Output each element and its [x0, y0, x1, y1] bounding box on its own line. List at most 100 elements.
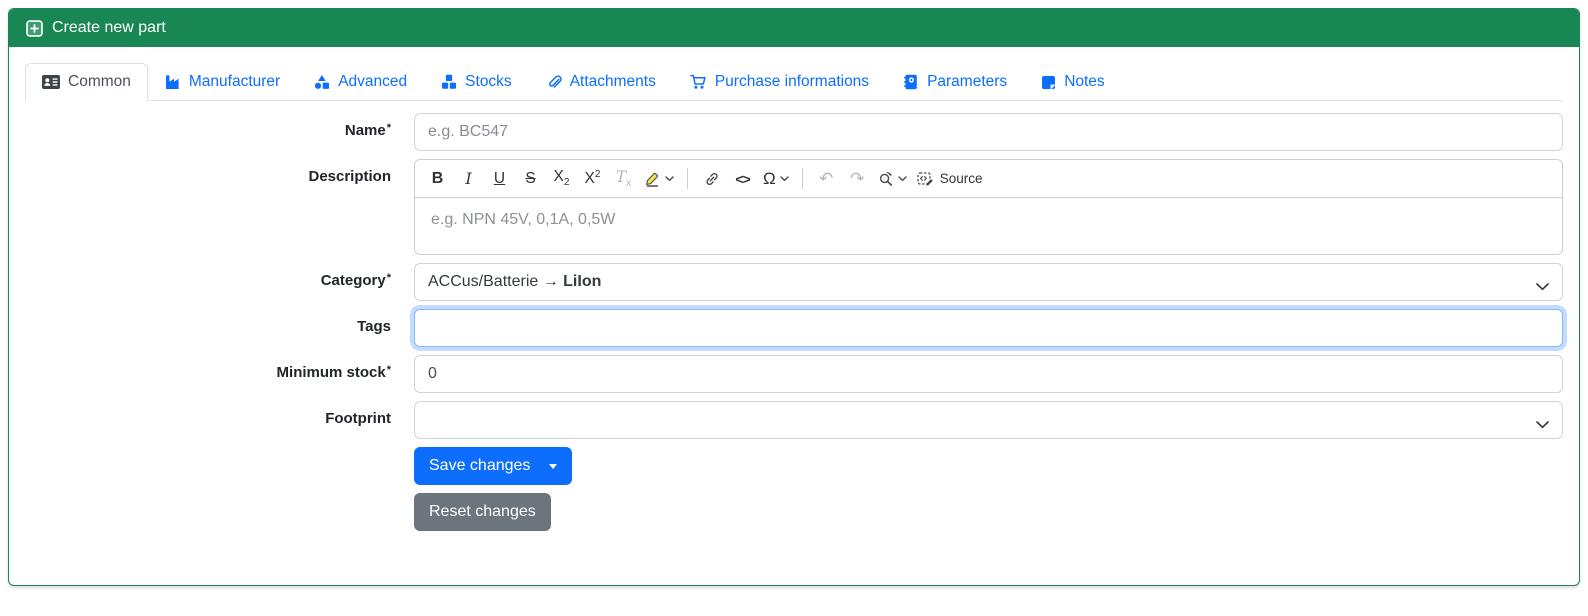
card-header: Create new part — [9, 9, 1579, 47]
factory-icon — [165, 74, 181, 90]
category-value: ACCus/Batterie → LiIon — [428, 273, 602, 290]
footprint-label: Footprint — [25, 401, 391, 427]
tab-notes[interactable]: Notes — [1024, 63, 1122, 101]
tab-label: Manufacturer — [188, 73, 281, 90]
tab-common[interactable]: Common — [25, 63, 148, 101]
tab-parameters[interactable]: Parameters — [886, 63, 1024, 101]
cart-icon — [690, 74, 707, 90]
footprint-select[interactable] — [414, 401, 1563, 439]
tab-label: Stocks — [465, 73, 512, 90]
minimum-stock-row: Minimum stock* — [25, 355, 1563, 393]
toolbar-separator — [687, 168, 688, 189]
tags-label-text: Tags — [357, 318, 391, 335]
tab-label: Notes — [1064, 73, 1105, 90]
omega-icon: Ω — [763, 168, 776, 188]
redo-icon: ↷ — [850, 168, 865, 189]
italic-icon: I — [465, 169, 472, 188]
toolbar-separator — [801, 168, 803, 189]
tab-bar: Common Manufacturer Advanced Stocks Atta… — [25, 63, 1563, 101]
bold-icon: B — [431, 169, 444, 187]
subscript-icon: X2 — [553, 168, 570, 189]
required-marker: * — [386, 272, 391, 284]
tab-label: Attachments — [569, 73, 656, 90]
minimum-stock-input[interactable] — [414, 355, 1563, 393]
strikethrough-icon: S — [525, 169, 536, 187]
bold-button[interactable]: B — [423, 164, 452, 193]
code-button[interactable]: <> — [728, 164, 757, 193]
tab-label: Advanced — [338, 73, 408, 90]
page-title: Create new part — [52, 19, 166, 36]
tab-label: Parameters — [927, 73, 1008, 90]
address-card-icon — [42, 75, 60, 89]
name-input[interactable] — [414, 113, 1563, 151]
chevron-down-icon — [1536, 416, 1549, 434]
required-marker: * — [386, 122, 391, 134]
tab-stocks[interactable]: Stocks — [424, 63, 529, 101]
chevron-down-icon — [780, 175, 789, 182]
remove-format-button[interactable]: Tx — [609, 164, 638, 193]
remove-format-icon: Tx — [615, 167, 632, 190]
editor-toolbar: B I U S X2 X2 Tx <> Ω ↶ ↷ Source — [415, 160, 1562, 198]
highlight-button[interactable] — [640, 164, 678, 193]
tab-purchase-informations[interactable]: Purchase informations — [673, 63, 886, 101]
category-label-text: Category — [320, 272, 386, 289]
description-placeholder: e.g. NPN 45V, 0,1A, 0,5W — [431, 211, 616, 228]
tab-label: Common — [68, 73, 131, 90]
tab-manufacturer[interactable]: Manufacturer — [148, 63, 297, 101]
tags-row: Tags — [25, 309, 1563, 347]
chevron-down-icon — [898, 175, 907, 182]
redo-button[interactable]: ↷ — [843, 164, 872, 193]
tags-input[interactable] — [414, 309, 1563, 347]
category-row: Category* ACCus/Batterie → LiIon — [25, 263, 1563, 301]
footprint-label-text: Footprint — [325, 410, 391, 427]
shapes-icon — [314, 74, 330, 90]
find-replace-button[interactable] — [874, 164, 911, 193]
link-button[interactable] — [697, 164, 726, 193]
subscript-button[interactable]: X2 — [547, 164, 576, 193]
save-changes-button[interactable]: Save changes — [414, 447, 573, 485]
italic-button[interactable]: I — [454, 164, 483, 193]
underline-icon: U — [493, 169, 506, 187]
tab-attachments[interactable]: Attachments — [529, 63, 673, 101]
source-label: Source — [939, 171, 983, 186]
name-row: Name* — [25, 113, 1563, 151]
save-changes-label: Save changes — [429, 457, 531, 474]
strikethrough-button[interactable]: S — [516, 164, 545, 193]
source-icon — [917, 171, 934, 187]
minimum-stock-label-text: Minimum stock — [276, 364, 386, 381]
reset-changes-button[interactable]: Reset changes — [414, 493, 551, 531]
tab-advanced[interactable]: Advanced — [297, 63, 424, 101]
superscript-button[interactable]: X2 — [578, 164, 607, 193]
undo-icon: ↶ — [819, 168, 834, 189]
source-button[interactable]: Source — [913, 164, 987, 193]
save-row: Save changes — [25, 447, 1563, 485]
category-label: Category* — [25, 263, 391, 289]
chevron-down-icon — [1536, 278, 1549, 296]
highlighter-icon — [644, 171, 661, 187]
name-label: Name* — [25, 113, 391, 139]
description-label-text: Description — [308, 168, 391, 185]
undo-button[interactable]: ↶ — [812, 164, 841, 193]
minimum-stock-label: Minimum stock* — [25, 355, 391, 381]
sticky-note-icon — [1041, 75, 1056, 90]
address-book-icon — [903, 74, 919, 90]
chevron-down-icon — [665, 175, 674, 182]
plus-square-icon — [26, 19, 43, 37]
find-replace-icon — [878, 171, 894, 187]
name-label-text: Name — [344, 122, 386, 139]
category-select[interactable]: ACCus/Batterie → LiIon — [414, 263, 1563, 301]
description-row: Description B I U S X2 X2 Tx <> Ω ↶ ↷ So… — [25, 159, 1563, 255]
reset-row: Reset changes — [25, 493, 1563, 531]
paperclip-icon — [546, 74, 562, 90]
create-part-form: Name* Description B I U S X2 X2 Tx — [25, 113, 1563, 531]
description-label: Description — [25, 159, 391, 185]
link-icon — [704, 171, 720, 187]
underline-button[interactable]: U — [485, 164, 514, 193]
cubes-icon — [441, 74, 457, 90]
reset-changes-label: Reset changes — [429, 503, 536, 520]
tags-label: Tags — [25, 309, 391, 335]
code-icon: <> — [735, 170, 750, 187]
create-part-card: Create new part Common Manufacturer Adva… — [8, 8, 1580, 586]
special-characters-button[interactable]: Ω — [759, 164, 793, 193]
description-editable[interactable]: e.g. NPN 45V, 0,1A, 0,5W — [415, 198, 1562, 254]
